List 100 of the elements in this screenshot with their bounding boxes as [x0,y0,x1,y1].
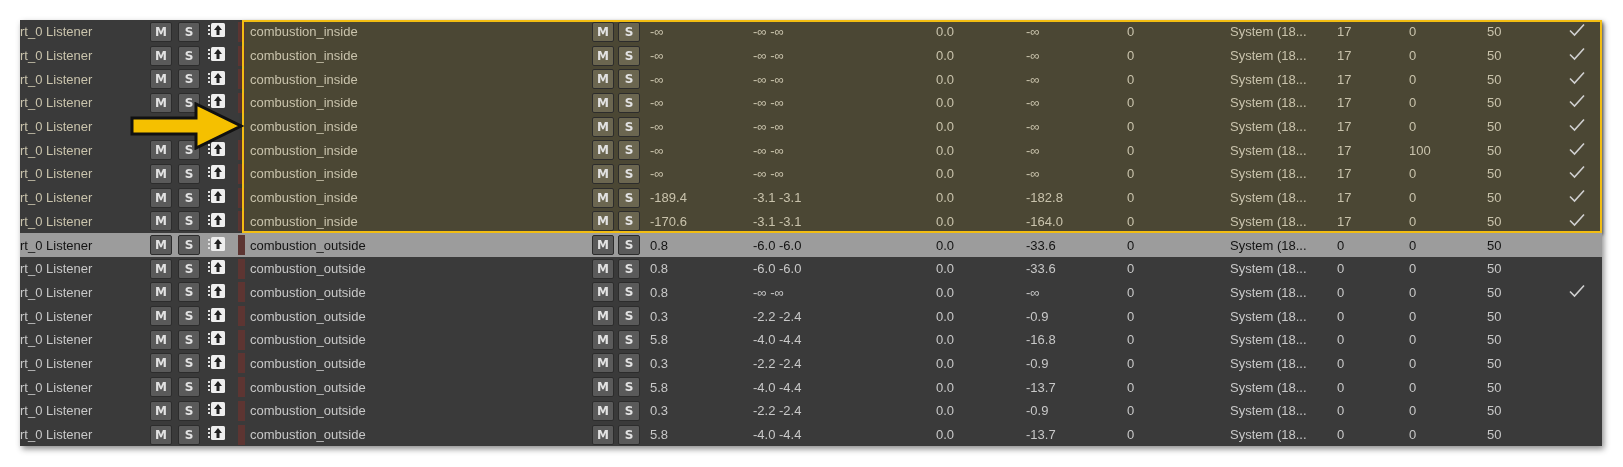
check-icon[interactable] [1569,94,1585,109]
solo-button[interactable]: S [618,258,640,279]
output-icon[interactable] [208,22,226,39]
check-icon[interactable] [1569,23,1585,38]
solo-button[interactable]: S [178,92,200,113]
mute-button[interactable]: M [592,187,614,208]
output-icon[interactable] [208,211,226,228]
mute-button[interactable]: M [150,306,172,327]
mute-button[interactable]: M [150,163,172,184]
mute-button[interactable]: M [592,140,614,161]
track-row[interactable]: rt_0 Listener M S combustion_inside M S -∞ -∞ -∞ 0.0 -∞ 0 System (18... 17 0 50 [20,20,1602,44]
solo-button[interactable]: S [178,377,200,398]
solo-button[interactable]: S [178,187,200,208]
track-row[interactable]: rt_0 Listener M S combustion_outside M S 0.3 -2.2 -2.4 0.0 -0.9 0 System (18... 0 0 50 [20,351,1602,376]
solo-button[interactable]: S [178,163,200,184]
mute-button[interactable]: M [150,377,172,398]
solo-button[interactable]: S [178,140,200,161]
solo-button[interactable]: S [618,140,640,161]
mute-button[interactable]: M [592,400,614,421]
track-row[interactable]: rt_0 Listener M S combustion_outside M S 0.8 -∞ -∞ 0.0 -∞ 0 System (18... 0 0 50 [20,280,1602,305]
solo-button[interactable]: S [618,45,640,66]
mute-button[interactable]: M [592,235,614,256]
solo-button[interactable]: S [178,282,200,303]
solo-button[interactable]: S [178,400,200,421]
output-icon[interactable] [208,164,226,181]
solo-button[interactable]: S [618,211,640,232]
check-icon[interactable] [1569,141,1585,156]
output-icon[interactable] [208,235,226,252]
solo-button[interactable]: S [618,329,640,350]
output-icon[interactable] [208,93,226,110]
solo-button[interactable]: S [618,163,640,184]
track-row[interactable]: rt_0 Listener M S combustion_inside M S -∞ -∞ -∞ 0.0 -∞ 0 System (18... 17 100 50 [20,138,1602,163]
solo-button[interactable]: S [618,235,640,256]
output-icon[interactable] [208,425,226,442]
mute-button[interactable]: M [150,69,172,90]
output-icon[interactable] [208,188,226,205]
mute-button[interactable]: M [592,163,614,184]
output-icon[interactable] [208,46,226,63]
mute-button[interactable]: M [592,211,614,232]
output-icon[interactable] [208,306,226,323]
solo-button[interactable]: S [178,211,200,232]
mute-button[interactable]: M [592,306,614,327]
mute-button[interactable]: M [592,21,614,42]
mute-button[interactable]: M [592,45,614,66]
solo-button[interactable]: S [618,116,640,137]
solo-button[interactable]: S [618,377,640,398]
track-row[interactable]: rt_0 Listener M S combustion_inside M S -∞ -∞ -∞ 0.0 -∞ 0 System (18... 17 0 50 [20,91,1602,115]
solo-button[interactable]: S [618,400,640,421]
mute-button[interactable]: M [150,187,172,208]
solo-button[interactable]: S [618,69,640,90]
mute-button[interactable]: M [150,282,172,303]
track-row[interactable]: rt_0 Listener M S combustion_outside M S 0.8 -6.0 -6.0 0.0 -33.6 0 System (18... 0 0 50 [20,256,1602,281]
mute-button[interactable]: M [150,258,172,279]
check-icon[interactable] [1569,47,1585,62]
output-icon[interactable] [208,259,226,276]
solo-button[interactable]: S [178,424,200,445]
mute-button[interactable]: M [150,424,172,445]
track-row[interactable]: rt_0 Listener M S combustion_outside M S 5.8 -4.0 -4.4 0.0 -13.7 0 System (18... 0 0 50 [20,375,1602,399]
solo-button[interactable]: S [618,92,640,113]
mute-button[interactable]: M [592,116,614,137]
solo-button[interactable]: S [618,424,640,445]
track-row[interactable]: rt_0 Listener M S combustion_outside M S 0.8 -6.0 -6.0 0.0 -33.6 0 System (18... 0 0 50 [20,233,1602,257]
output-icon[interactable] [208,353,226,370]
check-icon[interactable] [1569,165,1585,180]
mute-button[interactable]: M [150,235,172,256]
mute-button[interactable]: M [592,92,614,113]
mute-button[interactable]: M [592,329,614,350]
mute-button[interactable]: M [150,21,172,42]
mute-button[interactable]: M [592,282,614,303]
track-row[interactable]: rt_0 Listener M S combustion_outside M S 5.8 -4.0 -4.4 0.0 -13.7 0 System (18... 0 0 50 [20,422,1602,447]
solo-button[interactable]: S [178,353,200,374]
solo-button[interactable]: S [178,235,200,256]
mute-button[interactable]: M [150,140,172,161]
track-row[interactable]: rt_0 Listener M S combustion_inside M S -∞ -∞ -∞ 0.0 -∞ 0 System (18... 17 0 50 [20,162,1602,186]
mute-button[interactable]: M [592,258,614,279]
check-icon[interactable] [1569,283,1585,298]
track-row[interactable]: rt_0 Listener M S combustion_inside M S -∞ -∞ -∞ 0.0 -∞ 0 System (18... 17 0 50 [20,67,1602,92]
solo-button[interactable]: S [178,69,200,90]
solo-button[interactable]: S [178,45,200,66]
mute-button[interactable]: M [150,353,172,374]
check-icon[interactable] [1569,189,1585,204]
output-icon[interactable] [208,140,226,157]
mute-button[interactable]: M [150,211,172,232]
mute-button[interactable]: M [150,400,172,421]
mute-button[interactable]: M [592,69,614,90]
solo-button[interactable]: S [178,306,200,327]
solo-button[interactable]: S [618,306,640,327]
solo-button[interactable]: S [178,258,200,279]
track-row[interactable]: rt_0 Listener M S combustion_inside M S -189.4 -3.1 -3.1 0.0 -182.8 0 System (18... 17 0 50 [20,185,1602,210]
output-icon[interactable] [208,377,226,394]
output-icon[interactable] [208,330,226,347]
output-icon[interactable] [208,282,226,299]
output-icon[interactable] [208,401,226,418]
track-row[interactable]: rt_0 Listener M S combustion_outside M S 0.3 -2.2 -2.4 0.0 -0.9 0 System (18... 0 0 50 [20,399,1602,423]
check-icon[interactable] [1569,212,1585,227]
solo-button[interactable]: S [178,329,200,350]
track-row[interactable]: rt_0 Listener M S combustion_outside M S 5.8 -4.0 -4.4 0.0 -16.8 0 System (18... 0 0 50 [20,327,1602,352]
track-row[interactable]: rt_0 Listener M S combustion_outside M S 0.3 -2.2 -2.4 0.0 -0.9 0 System (18... 0 0 50 [20,304,1602,328]
solo-button[interactable]: S [618,187,640,208]
mute-button[interactable]: M [592,353,614,374]
